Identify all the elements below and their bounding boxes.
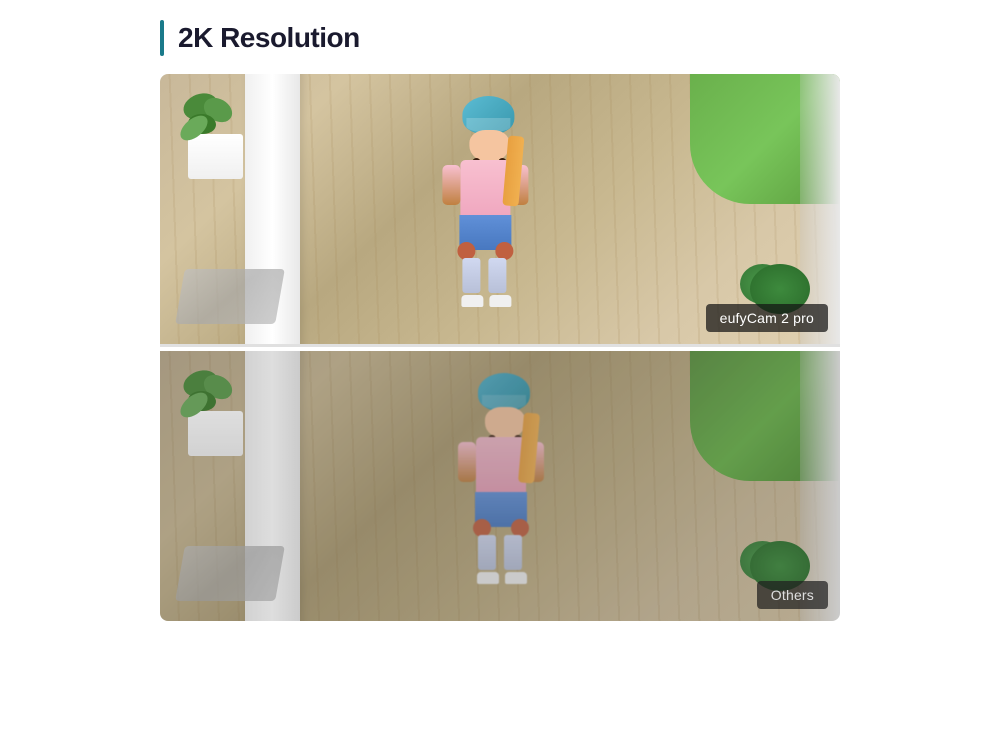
shirt-bottom <box>476 437 526 492</box>
top-image-label: eufyCam 2 pro <box>706 304 828 332</box>
bottom-image-label: Others <box>757 581 828 609</box>
leg-right <box>488 258 506 293</box>
page-container: 2K Resolution <box>0 0 1000 750</box>
door-mat-bottom <box>175 546 285 601</box>
shoe-left <box>461 295 483 307</box>
accent-bar-icon <box>160 20 164 56</box>
arm-left-bottom <box>458 442 476 482</box>
shorts <box>459 215 511 250</box>
arm-left <box>442 165 460 205</box>
shoes <box>461 295 513 307</box>
leg-left <box>462 258 480 293</box>
top-image-wrapper: eufyCam 2 pro <box>160 74 840 344</box>
face <box>469 130 509 162</box>
shoe-left-bottom <box>477 572 499 584</box>
leg-left-bottom <box>478 535 496 570</box>
face-bottom <box>485 407 525 439</box>
section-header: 2K Resolution <box>160 20 360 56</box>
shoe-right-bottom <box>505 572 527 584</box>
bottom-scene <box>160 351 840 621</box>
person-figure-bottom <box>473 373 525 584</box>
shoes-bottom <box>477 572 529 584</box>
bottom-image-wrapper: Others <box>160 351 840 621</box>
legs-bottom <box>478 535 530 570</box>
helmet <box>462 96 514 134</box>
leg-right-bottom <box>504 535 522 570</box>
shorts-bottom <box>475 492 527 527</box>
plant-leaves <box>178 94 253 149</box>
person-figure <box>457 96 509 307</box>
legs <box>462 258 514 293</box>
image-divider <box>160 344 840 347</box>
shoe-right <box>489 295 511 307</box>
helmet-bottom <box>478 373 530 411</box>
page-title: 2K Resolution <box>178 22 360 54</box>
shirt <box>460 160 510 215</box>
door-mat <box>175 269 285 324</box>
plant-leaves-bottom <box>178 371 253 426</box>
bottom-camera-image: Others <box>160 351 840 621</box>
top-camera-image: eufyCam 2 pro <box>160 74 840 344</box>
comparison-images-container: eufyCam 2 pro <box>160 74 840 621</box>
